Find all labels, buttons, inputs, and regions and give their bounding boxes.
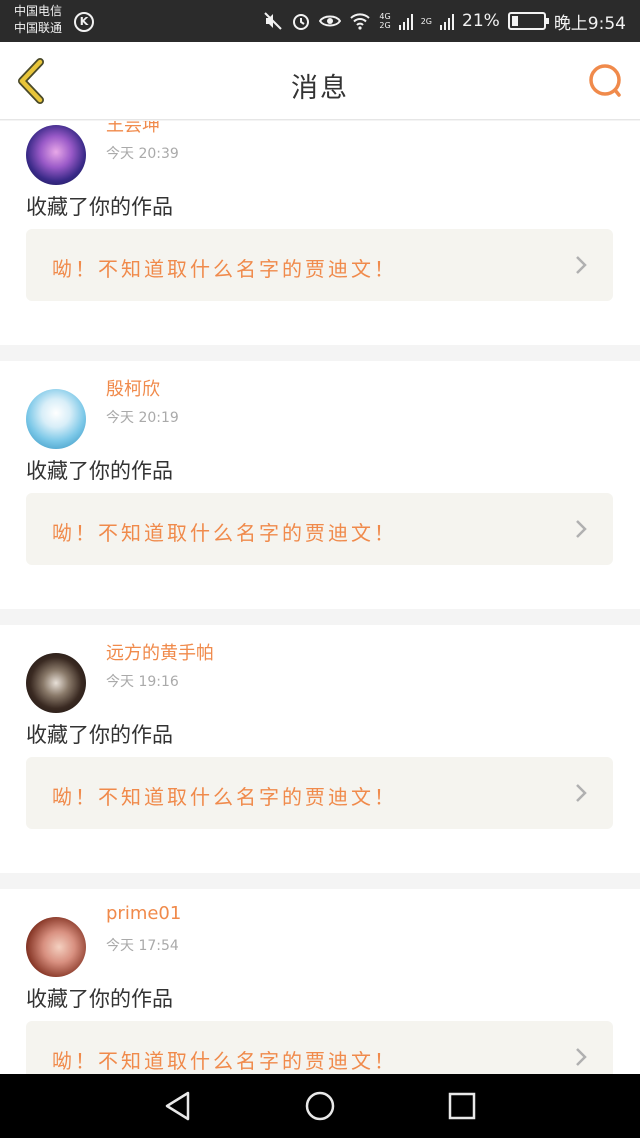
network-bottom: 2G (379, 21, 391, 30)
status-icons: 4G 2G 2G 21% 晚上9:54 (263, 9, 626, 34)
network-type: 4G 2G (379, 12, 390, 30)
work-link[interactable]: 呦！不知道取什么名字的贾迪文！ (26, 757, 613, 829)
search-icon (589, 64, 621, 97)
timestamp: 今天 20:19 (106, 410, 179, 426)
status-time: 晚上9:54 (553, 13, 626, 34)
chevron-right-icon (576, 520, 587, 538)
square-recents-icon (448, 1092, 476, 1120)
action-text: 收藏了你的作品 (26, 723, 173, 747)
message-card[interactable]: prime01 今天 17:54 收藏了你的作品 呦！不知道取什么名字的贾迪文！ (0, 889, 640, 1074)
avatar[interactable] (26, 125, 86, 185)
username[interactable]: 殷柯欣 (106, 375, 160, 401)
alarm-icon (291, 11, 311, 31)
signal-2-icon (440, 12, 455, 30)
timestamp: 今天 17:54 (106, 938, 179, 954)
triangle-back-icon (165, 1091, 190, 1121)
nav-home-button[interactable] (304, 1090, 336, 1122)
battery-percent: 21% (462, 11, 500, 31)
eye-icon (319, 11, 342, 31)
carrier-info: 中国电信 中国联通 (14, 3, 62, 37)
action-text: 收藏了你的作品 (26, 987, 173, 1011)
message-card[interactable]: 远方的黄手帕 今天 19:16 收藏了你的作品 呦！不知道取什么名字的贾迪文！ (0, 625, 640, 873)
avatar[interactable] (26, 653, 86, 713)
work-link[interactable]: 呦！不知道取什么名字的贾迪文！ (26, 1021, 613, 1074)
avatar[interactable] (26, 917, 86, 977)
work-title: 呦！不知道取什么名字的贾迪文！ (52, 785, 397, 809)
username[interactable]: 远方的黄手帕 (106, 639, 214, 665)
status-bar: 中国电信 中国联通 K 4G 2G 2G 21% 晚上9:54 (0, 0, 640, 42)
avatar[interactable] (26, 389, 86, 449)
circle-home-icon (305, 1091, 335, 1121)
work-title: 呦！不知道取什么名字的贾迪文！ (52, 521, 397, 545)
work-title: 呦！不知道取什么名字的贾迪文！ (52, 1049, 397, 1073)
message-list[interactable]: 王芸坤 今天 20:39 收藏了你的作品 呦！不知道取什么名字的贾迪文！ 殷柯欣… (0, 121, 640, 1074)
work-title: 呦！不知道取什么名字的贾迪文！ (52, 257, 397, 281)
carrier-2: 中国联通 (14, 21, 63, 35)
timestamp: 今天 19:16 (106, 674, 179, 690)
battery-fill (511, 16, 518, 26)
timestamp: 今天 20:39 (106, 146, 179, 162)
k-badge-icon: K (74, 12, 94, 32)
page-title: 消息 (291, 73, 349, 104)
chevron-right-icon (576, 256, 587, 274)
mute-icon (263, 11, 283, 31)
wifi-icon (349, 11, 371, 31)
carrier-1: 中国电信 (14, 4, 63, 18)
work-link[interactable]: 呦！不知道取什么名字的贾迪文！ (26, 229, 613, 301)
battery-icon (507, 12, 549, 30)
network-2: 2G (420, 16, 433, 26)
username[interactable]: prime01 (106, 903, 181, 924)
username[interactable]: 王芸坤 (106, 121, 160, 137)
message-card[interactable]: 王芸坤 今天 20:39 收藏了你的作品 呦！不知道取什么名字的贾迪文！ (0, 121, 640, 345)
network-top: 4G (379, 12, 391, 21)
signal-icon (398, 12, 413, 30)
chevron-right-icon (576, 1048, 587, 1066)
action-text: 收藏了你的作品 (26, 459, 173, 483)
header: 消息 (0, 42, 640, 120)
action-text: 收藏了你的作品 (26, 195, 173, 219)
message-card[interactable]: 殷柯欣 今天 20:19 收藏了你的作品 呦！不知道取什么名字的贾迪文！ (0, 361, 640, 609)
nav-back-button[interactable] (162, 1090, 194, 1122)
work-link[interactable]: 呦！不知道取什么名字的贾迪文！ (26, 493, 613, 565)
search-button[interactable] (586, 62, 626, 102)
nav-recents-button[interactable] (446, 1090, 478, 1122)
navigation-bar (0, 1074, 640, 1138)
chevron-right-icon (576, 784, 587, 802)
